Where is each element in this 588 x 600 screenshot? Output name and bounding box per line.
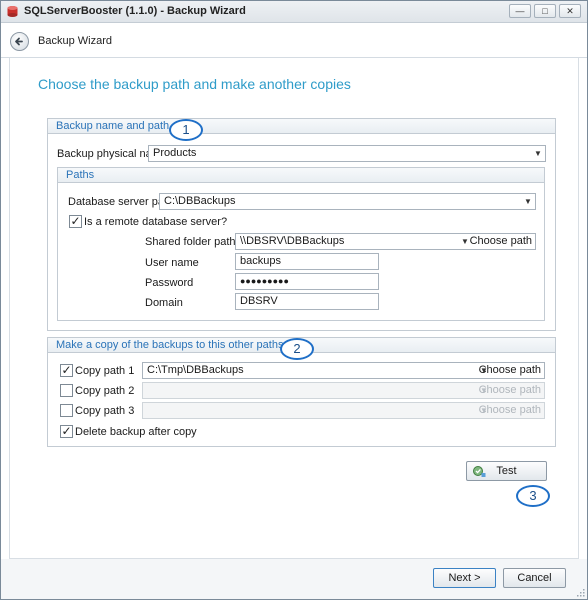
close-button[interactable]: ✕	[559, 4, 581, 18]
db-server-path-combo[interactable]: C:\DBBackups ▼	[159, 193, 536, 210]
test-button-label: Test	[496, 465, 517, 477]
physical-name-value: Products	[153, 147, 197, 159]
shared-folder-value: \\DBSRV\DBBackups	[240, 235, 345, 247]
copy-path-1-value: C:\Tmp\DBBackups	[147, 364, 244, 376]
minimize-button[interactable]: —	[509, 4, 531, 18]
shared-folder-choose-path-button[interactable]: Choose path	[470, 234, 532, 249]
backup-name-group-title: Backup name and path	[48, 119, 555, 134]
cancel-button[interactable]: Cancel	[503, 568, 566, 588]
copy-path-1-choose-path-button[interactable]: Choose path	[479, 363, 541, 378]
delete-after-copy-label: Delete backup after copy	[75, 426, 197, 438]
resize-grip-icon[interactable]	[576, 588, 585, 597]
delete-after-copy-checkbox[interactable]: ✓	[60, 425, 73, 438]
wizard-title: Backup Wizard	[38, 35, 112, 47]
remote-server-checkbox[interactable]: ✓	[69, 215, 82, 228]
copy-path-1-label: Copy path 1	[75, 365, 135, 377]
callout-3: 3	[516, 485, 550, 507]
copy-path-1-combo[interactable]: C:\Tmp\DBBackups ▼ Choose path	[142, 362, 545, 379]
copy-path-3-combo[interactable]: ▼ Choose path	[142, 402, 545, 419]
user-name-input[interactable]: backups	[235, 253, 379, 270]
physical-name-combo[interactable]: Products ▼	[148, 145, 546, 162]
wizard-header: Backup Wizard	[1, 24, 587, 58]
callout-1: 1	[169, 119, 203, 141]
remote-server-label: Is a remote database server?	[84, 216, 228, 228]
page-title: Choose the backup path and make another …	[38, 76, 351, 92]
paths-group-title: Paths	[58, 168, 544, 183]
test-button[interactable]: Test	[466, 461, 547, 481]
copy-path-3-choose-path-button[interactable]: Choose path	[479, 403, 541, 418]
window-title: SQLServerBooster (1.1.0) - Backup Wizard	[24, 5, 246, 17]
copy-path-3-label: Copy path 3	[75, 405, 135, 417]
chevron-down-icon: ▼	[524, 197, 532, 206]
db-server-path-label: Database server path	[68, 196, 174, 208]
backup-wizard-window: SQLServerBooster (1.1.0) - Backup Wizard…	[0, 0, 588, 600]
password-label: Password	[145, 277, 194, 289]
db-server-path-value: C:\DBBackups	[164, 195, 236, 207]
shared-folder-combo[interactable]: \\DBSRV\DBBackups ▼ Choose path	[235, 233, 536, 250]
callout-2: 2	[280, 338, 314, 360]
password-input[interactable]: ●●●●●●●●●	[235, 273, 379, 290]
test-connection-icon	[473, 466, 486, 477]
copy-path-3-checkbox[interactable]	[60, 404, 73, 417]
chevron-down-icon: ▼	[534, 149, 542, 158]
next-button[interactable]: Next >	[433, 568, 496, 588]
back-button[interactable]	[10, 32, 29, 51]
copy-path-2-combo[interactable]: ▼ Choose path	[142, 382, 545, 399]
copy-path-2-checkbox[interactable]	[60, 384, 73, 397]
copy-path-2-label: Copy path 2	[75, 385, 135, 397]
shared-folder-label: Shared folder path	[145, 236, 236, 248]
database-icon	[7, 6, 18, 17]
maximize-button[interactable]: □	[534, 4, 556, 18]
wizard-footer: Next > Cancel	[1, 559, 587, 599]
user-name-label: User name	[145, 257, 199, 269]
domain-label: Domain	[145, 297, 183, 309]
copy-path-2-choose-path-button[interactable]: Choose path	[479, 383, 541, 398]
domain-input[interactable]: DBSRV	[235, 293, 379, 310]
title-bar: SQLServerBooster (1.1.0) - Backup Wizard…	[1, 1, 587, 23]
back-arrow-icon	[15, 37, 23, 46]
copy-path-1-checkbox[interactable]: ✓	[60, 364, 73, 377]
